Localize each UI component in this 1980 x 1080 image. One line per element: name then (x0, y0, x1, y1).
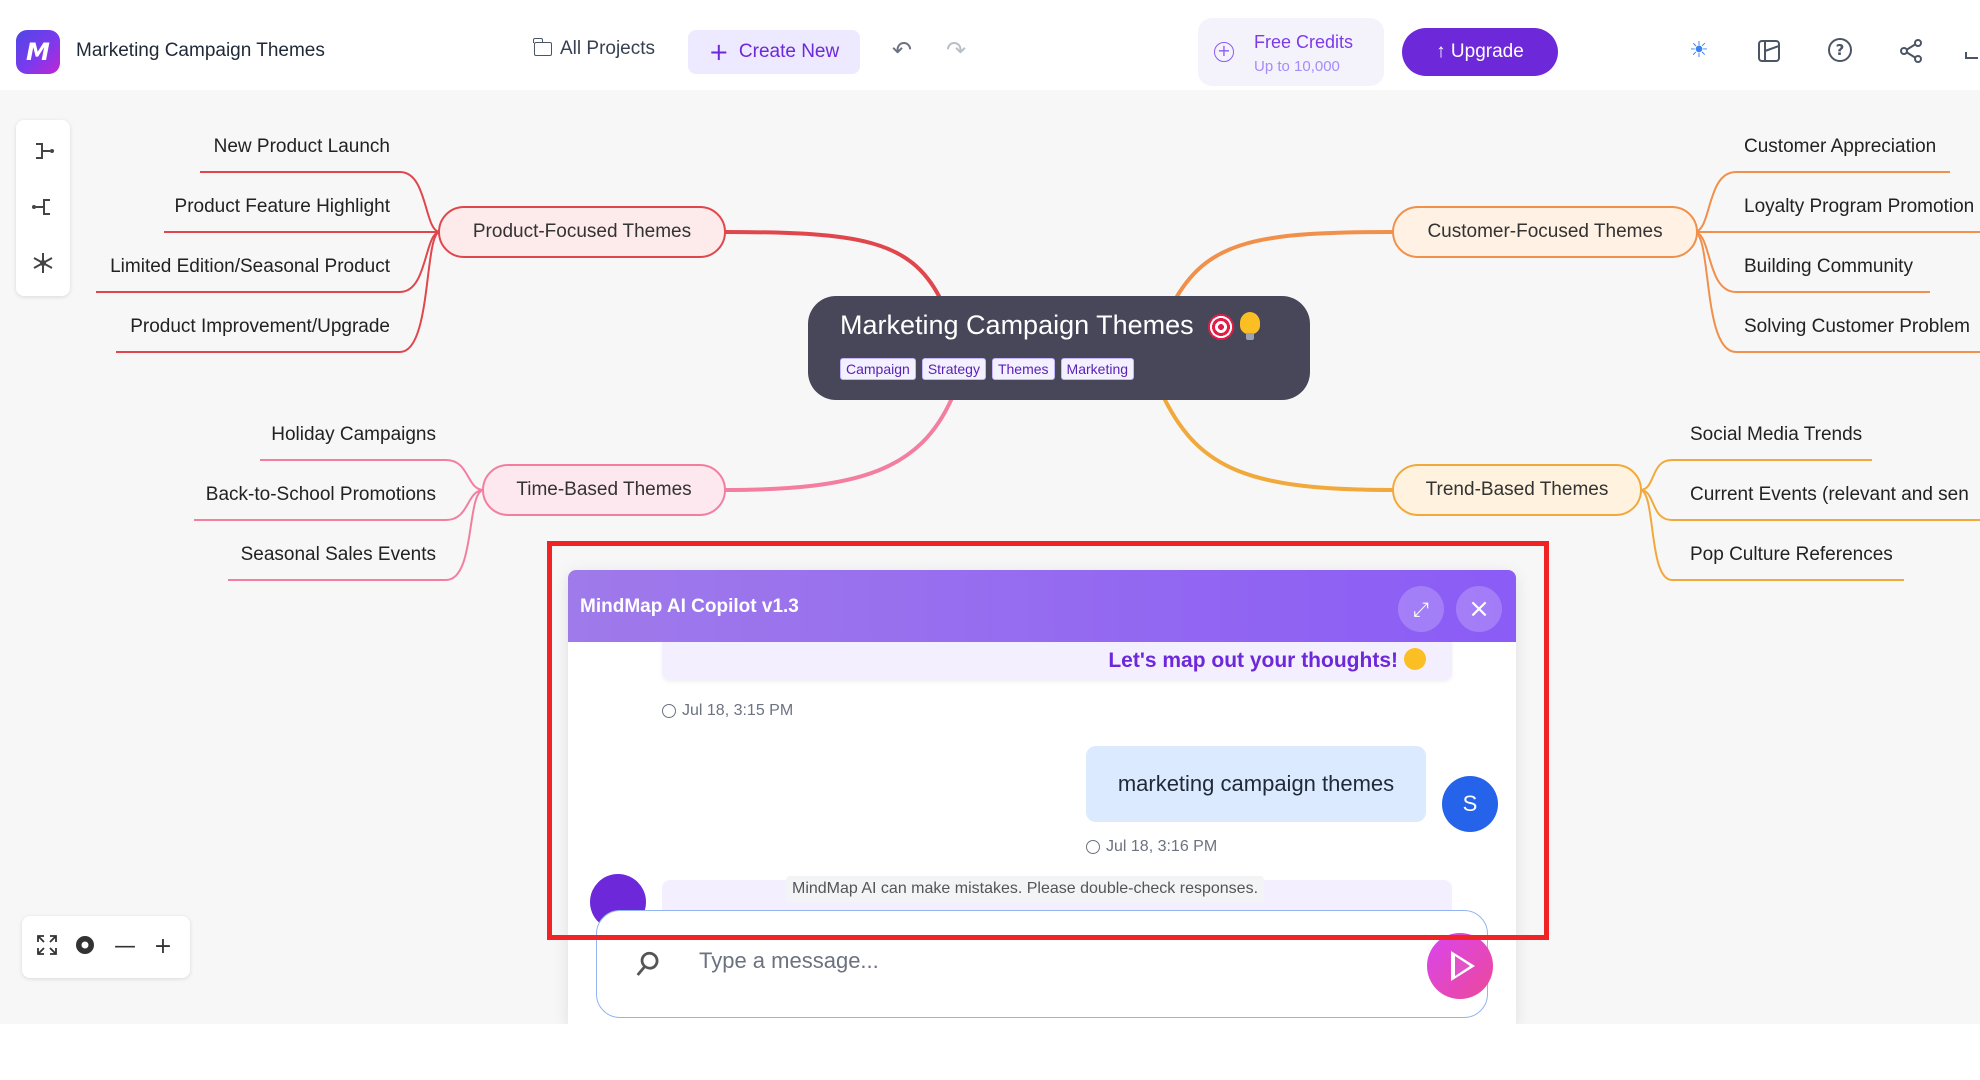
root-node[interactable]: Marketing Campaign Themes Campaign Strat… (808, 296, 1310, 400)
more-icon[interactable] (1962, 38, 1980, 64)
leaf-product-improvement-upgrade[interactable]: Product Improvement/Upgrade (130, 316, 390, 338)
target-icon (1208, 314, 1234, 340)
theme-sun-icon[interactable]: ☀ (1686, 38, 1712, 64)
leaf-new-product-launch[interactable]: New Product Launch (214, 136, 390, 158)
leaf-back-to-school-promotions[interactable]: Back-to-School Promotions (206, 484, 436, 506)
layout-tool-panel (16, 120, 70, 296)
clock-icon (662, 704, 676, 718)
node-product-focused-themes[interactable]: Product-Focused Themes (438, 206, 726, 258)
leaf-building-community[interactable]: Building Community (1744, 256, 1913, 278)
leaf-current-events[interactable]: Current Events (relevant and sen (1690, 484, 1969, 506)
user-message: marketing campaign themes (1086, 746, 1426, 822)
create-new-label: Create New (738, 41, 840, 62)
chat-input-box: ⚲ (596, 910, 1493, 1018)
redo-icon[interactable]: ↷ (942, 36, 970, 64)
leaf-limited-edition-seasonal-product[interactable]: Limited Edition/Seasonal Product (110, 256, 390, 278)
plus-icon: + (708, 38, 729, 66)
document-title[interactable]: Marketing Campaign Themes (76, 40, 325, 62)
bot-message-text: Let's map out your thoughts! (1108, 648, 1426, 673)
app-logo[interactable]: M (16, 30, 60, 74)
share-icon[interactable] (1898, 38, 1924, 64)
layout-icon[interactable] (1756, 38, 1782, 64)
expand-chat-button[interactable]: ⤢ (1398, 586, 1444, 632)
lightbulb-icon (1240, 312, 1260, 340)
credits-title: Free Credits (1254, 32, 1354, 52)
send-button[interactable] (1427, 933, 1493, 999)
tag-strategy[interactable]: Strategy (921, 358, 986, 380)
tag-themes[interactable]: Themes (991, 358, 1055, 380)
help-icon[interactable]: ? (1828, 38, 1852, 62)
mindmap-canvas[interactable]: Product-Focused Themes Customer-Focused … (0, 90, 1980, 1024)
bot-message-timestamp: Jul 18, 3:15 PM (662, 702, 793, 720)
leaf-solving-customer-problem[interactable]: Solving Customer Problem (1744, 316, 1970, 338)
close-chat-button[interactable]: × (1456, 586, 1502, 632)
folder-icon (533, 38, 552, 56)
all-projects-link[interactable]: All Projects (533, 38, 656, 60)
upgrade-button[interactable]: ↑ Upgrade (1402, 28, 1558, 76)
credits-subtitle: Up to 10,000 (1254, 58, 1340, 75)
node-customer-focused-themes[interactable]: Customer-Focused Themes (1392, 206, 1698, 258)
chat-title: MindMap AI Copilot v1.3 (580, 596, 799, 617)
node-time-based-themes[interactable]: Time-Based Themes (482, 464, 726, 516)
leaf-pop-culture-references[interactable]: Pop Culture References (1690, 544, 1893, 566)
paperclip-icon[interactable]: ⚲ (626, 941, 672, 988)
zoom-panel: — + (22, 916, 190, 978)
message-input[interactable] (699, 941, 1379, 981)
plus-circle-icon: + (1214, 42, 1234, 62)
leaf-product-feature-highlight[interactable]: Product Feature Highlight (175, 196, 390, 218)
fullscreen-icon[interactable] (34, 934, 60, 960)
tag-marketing[interactable]: Marketing (1060, 358, 1135, 380)
user-message-timestamp: Jul 18, 3:16 PM (1086, 838, 1217, 856)
undo-icon[interactable]: ↶ (888, 36, 916, 64)
ai-copilot-chat-panel: MindMap AI Copilot v1.3 ⤢ × Let's map ou… (568, 570, 1516, 1024)
leaf-holiday-campaigns[interactable]: Holiday Campaigns (271, 424, 436, 446)
radial-layout-icon[interactable] (30, 250, 56, 276)
zoom-in-icon[interactable]: + (150, 934, 176, 960)
chat-header: MindMap AI Copilot v1.3 ⤢ × (568, 570, 1516, 642)
root-tags: Campaign Strategy Themes Marketing (840, 358, 1135, 380)
leaf-customer-appreciation[interactable]: Customer Appreciation (1744, 136, 1936, 158)
free-credits-button[interactable]: + Free Credits Up to 10,000 (1198, 18, 1384, 86)
locate-icon[interactable] (72, 934, 98, 960)
zoom-out-icon[interactable]: — (112, 934, 138, 960)
root-node-title: Marketing Campaign Themes (840, 310, 1194, 340)
leaf-seasonal-sales-events[interactable]: Seasonal Sales Events (241, 544, 436, 566)
create-new-button[interactable]: + Create New (688, 30, 860, 74)
branch-left-icon[interactable] (30, 194, 56, 220)
leaf-social-media-trends[interactable]: Social Media Trends (1690, 424, 1862, 446)
branch-right-icon[interactable] (30, 138, 56, 164)
leaf-loyalty-program-promotion[interactable]: Loyalty Program Promotion (1744, 196, 1974, 218)
top-bar: M Marketing Campaign Themes All Projects… (0, 0, 1980, 90)
all-projects-label: All Projects (560, 38, 656, 59)
clock-icon (1086, 840, 1100, 854)
ai-disclaimer: MindMap AI can make mistakes. Please dou… (786, 876, 1265, 902)
tag-campaign[interactable]: Campaign (840, 358, 916, 380)
node-trend-based-themes[interactable]: Trend-Based Themes (1392, 464, 1642, 516)
smile-emoji-icon (1404, 648, 1426, 670)
user-avatar[interactable]: S (1442, 776, 1498, 832)
